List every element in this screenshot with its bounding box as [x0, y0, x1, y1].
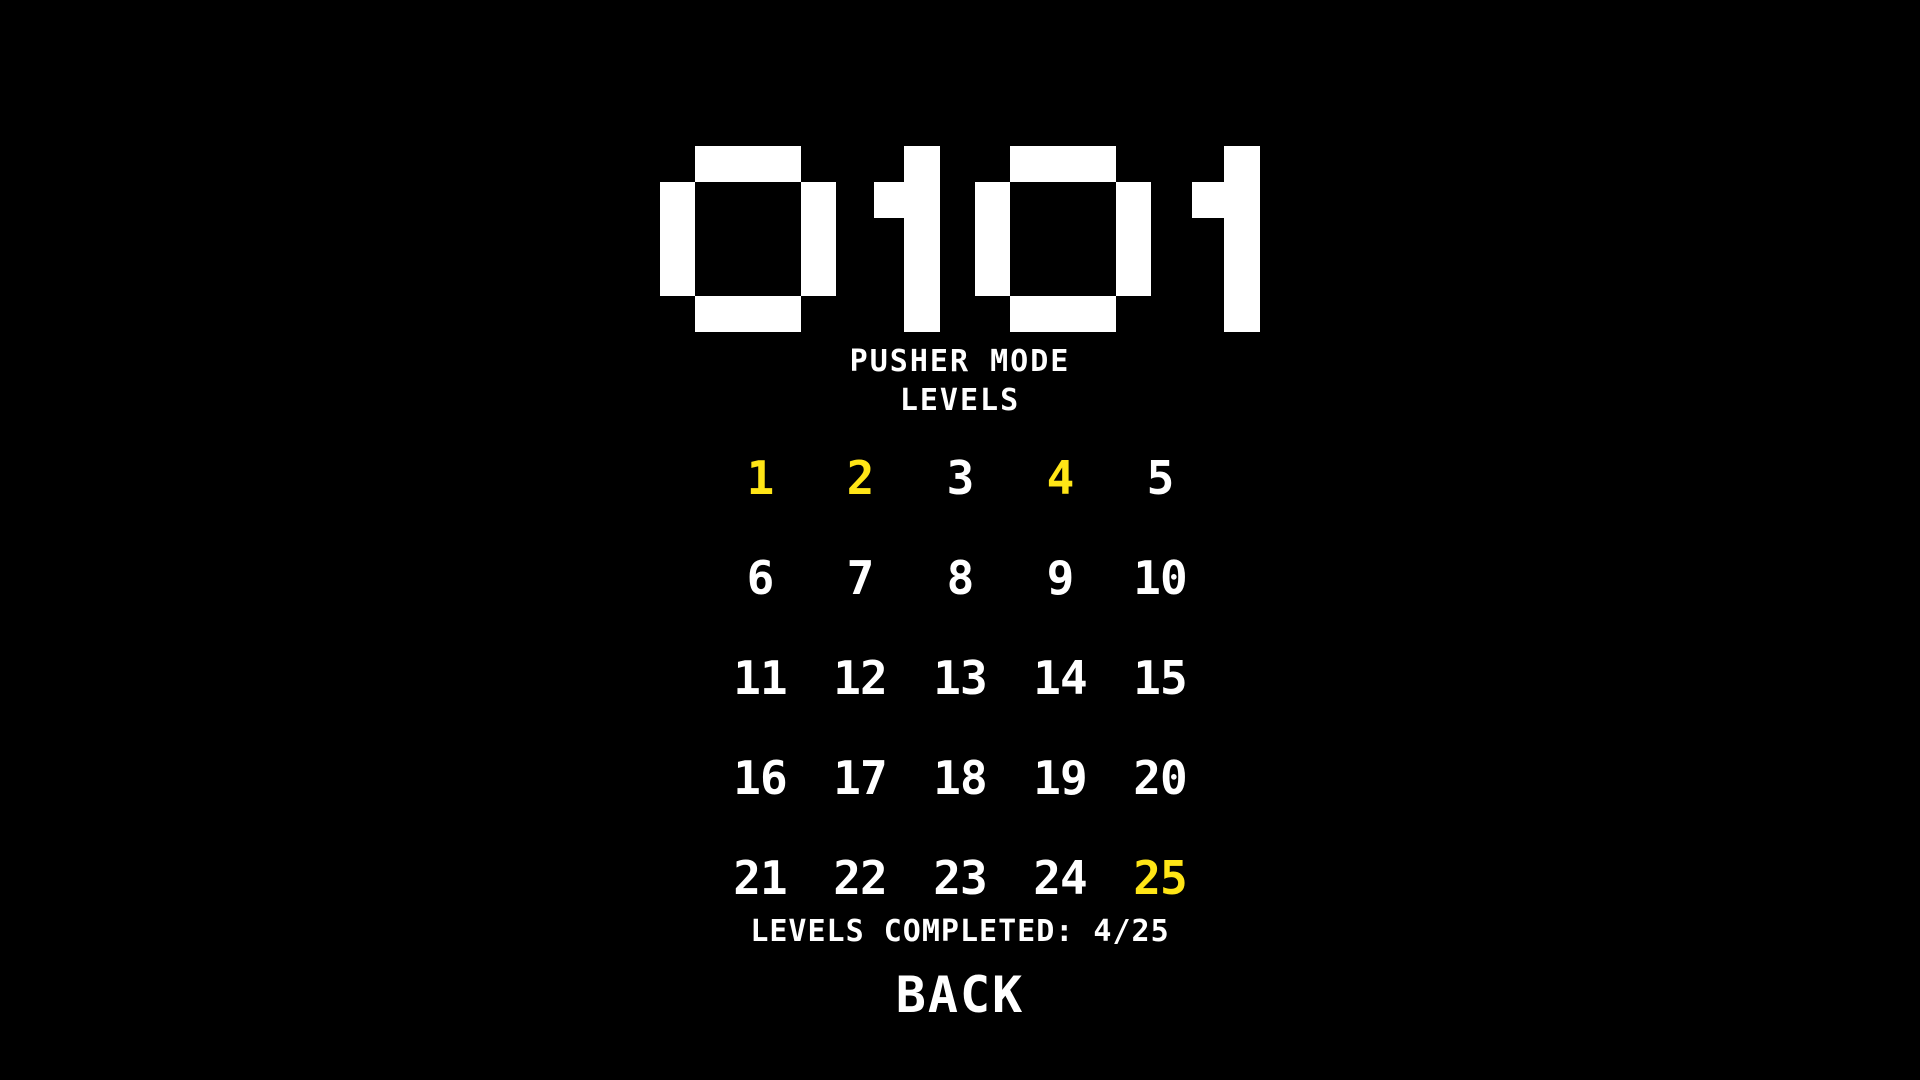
- levels-completed-counter: LEVELS COMPLETED: 4/25: [750, 914, 1170, 949]
- level-button-17[interactable]: 17: [810, 728, 910, 828]
- level-button-13[interactable]: 13: [910, 628, 1010, 728]
- level-button-2[interactable]: 2: [810, 428, 910, 528]
- level-button-12[interactable]: 12: [810, 628, 910, 728]
- logo-digit-1-second: [1192, 146, 1260, 332]
- level-button-9[interactable]: 9: [1010, 528, 1110, 628]
- logo-digit-1-first: [874, 146, 940, 332]
- level-grid: 1 2 3 4 5 6 7 8 9 10 11 12 13 14 15 16 17 18 19 20 21 22 23 24 2…: [710, 428, 1210, 928]
- level-button-7[interactable]: 7: [810, 528, 910, 628]
- level-button-5[interactable]: 5: [1110, 428, 1210, 528]
- level-button-16[interactable]: 16: [710, 728, 810, 828]
- level-button-18[interactable]: 18: [910, 728, 1010, 828]
- logo-digit-0-second: [975, 146, 1151, 332]
- levels-heading: LEVELS: [899, 383, 1021, 418]
- level-button-15[interactable]: 15: [1110, 628, 1210, 728]
- logo-digit-0-first: [660, 146, 836, 332]
- level-button-6[interactable]: 6: [710, 528, 810, 628]
- level-button-10[interactable]: 10: [1110, 528, 1210, 628]
- level-button-4[interactable]: 4: [1010, 428, 1110, 528]
- level-button-11[interactable]: 11: [710, 628, 810, 728]
- mode-label: PUSHER MODE: [849, 344, 1071, 379]
- back-button[interactable]: BACK: [810, 962, 1110, 1028]
- level-button-3[interactable]: 3: [910, 428, 1010, 528]
- game-logo: [660, 146, 1260, 332]
- level-button-8[interactable]: 8: [910, 528, 1010, 628]
- level-button-20[interactable]: 20: [1110, 728, 1210, 828]
- level-button-1[interactable]: 1: [710, 428, 810, 528]
- level-button-14[interactable]: 14: [1010, 628, 1110, 728]
- level-button-19[interactable]: 19: [1010, 728, 1110, 828]
